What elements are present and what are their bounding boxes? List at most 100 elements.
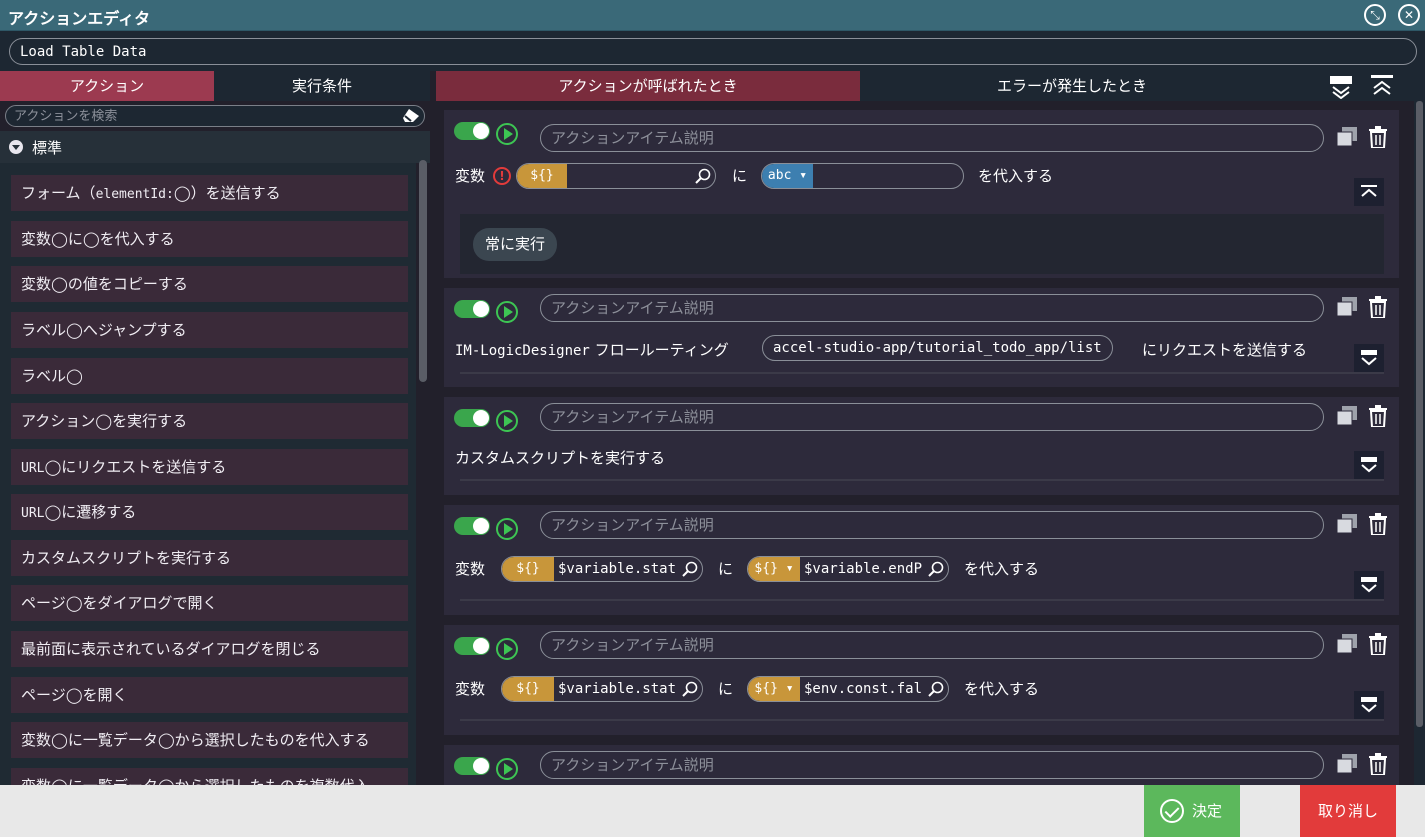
play-icon[interactable] — [496, 410, 518, 432]
collapse-button[interactable] — [1354, 178, 1384, 206]
play-icon[interactable] — [496, 758, 518, 780]
trash-icon[interactable] — [1369, 633, 1387, 655]
copy-icon[interactable] — [1336, 296, 1358, 318]
palette-item[interactable]: 変数◯に一覧データ◯から選択したものを複数代入 — [11, 768, 408, 785]
enable-toggle[interactable] — [454, 409, 490, 427]
copy-icon[interactable] — [1336, 633, 1358, 655]
value-type-dropdown[interactable]: ${} ▾ — [748, 557, 800, 581]
close-icon[interactable]: ✕ — [1398, 4, 1420, 26]
enable-toggle[interactable] — [454, 517, 490, 535]
variable-field[interactable]: ${} $variable.stat — [501, 676, 703, 702]
description-input[interactable] — [540, 751, 1324, 779]
description-input[interactable] — [540, 631, 1324, 659]
search-icon[interactable] — [682, 681, 698, 697]
value-type-dropdown[interactable]: abc ▾ — [762, 164, 813, 188]
palette-text: ラベル — [21, 367, 67, 385]
search-icon[interactable] — [682, 561, 698, 577]
action-search-input[interactable] — [14, 107, 394, 125]
enable-toggle[interactable] — [454, 757, 490, 775]
play-icon[interactable] — [496, 123, 518, 145]
expand-button[interactable] — [1354, 451, 1384, 479]
palette-item[interactable]: ページ◯をダイアログで開く — [11, 585, 408, 621]
trash-icon[interactable] — [1369, 405, 1387, 427]
enable-toggle[interactable] — [454, 122, 490, 140]
enable-toggle[interactable] — [454, 300, 490, 318]
palette-item[interactable]: カスタムスクリプトを実行する — [11, 540, 408, 576]
palette-text: を開く — [82, 686, 128, 704]
trash-icon[interactable] — [1369, 296, 1387, 318]
palette-item[interactable]: 変数◯の値をコピーする — [11, 266, 408, 302]
ni-label: に — [718, 680, 734, 698]
category-header[interactable]: 標準 — [0, 131, 430, 163]
copy-icon[interactable] — [1336, 513, 1358, 535]
expand-all-icon[interactable] — [1330, 75, 1352, 99]
trash-icon[interactable] — [1369, 753, 1387, 775]
tab-conditions[interactable]: 実行条件 — [214, 71, 430, 101]
description-input[interactable] — [540, 294, 1324, 322]
copy-icon[interactable] — [1336, 126, 1358, 148]
right-tabs: アクションが呼ばれたとき エラーが発生したとき — [436, 71, 1425, 101]
palette-item[interactable]: 変数◯に一覧データ◯から選択したものを代入する — [11, 722, 408, 758]
value-field[interactable]: ${} ▾ $env.const.fal — [747, 676, 949, 702]
search-icon[interactable] — [928, 681, 944, 697]
action-list: 変数 ! ${} に abc ▾ を代入する 常に実行 IM-LogicDesi… — [436, 101, 1414, 785]
play-icon[interactable] — [496, 301, 518, 323]
palette-item[interactable]: フォーム（elementId:◯）を送信する — [11, 175, 408, 211]
palette-item[interactable]: ラベル◯へジャンプする — [11, 312, 408, 348]
variable-field[interactable]: ${} $variable.stat — [501, 556, 703, 582]
palette-item[interactable]: 変数◯に◯を代入する — [11, 221, 408, 257]
eraser-icon[interactable] — [402, 108, 420, 123]
expand-down-icon — [1361, 350, 1377, 366]
palette-text: から選択したものを複数代入 — [175, 777, 370, 785]
variable-type-tag[interactable]: ${} — [517, 164, 567, 188]
palette-item[interactable]: ラベル◯ — [11, 358, 408, 394]
action-card-custom-script: カスタムスクリプトを実行する — [444, 397, 1399, 495]
expand-button[interactable] — [1354, 571, 1384, 599]
variable-type-tag[interactable]: ${} — [502, 557, 554, 581]
description-input[interactable] — [540, 403, 1324, 431]
expand-button[interactable] — [1354, 344, 1384, 372]
value-type-dropdown[interactable]: ${} ▾ — [748, 677, 800, 701]
palette-text: から選択したものを代入する — [174, 731, 370, 749]
value-field[interactable]: ${} ▾ $variable.endP — [747, 556, 949, 582]
tab-on-error[interactable]: エラーが発生したとき — [860, 71, 1284, 101]
play-icon[interactable] — [496, 638, 518, 660]
trash-icon[interactable] — [1369, 513, 1387, 535]
search-icon[interactable] — [928, 561, 944, 577]
tab-actions[interactable]: アクション — [0, 71, 214, 101]
copy-icon[interactable] — [1336, 405, 1358, 427]
variable-type-tag[interactable]: ${} — [502, 677, 554, 701]
compress-icon[interactable]: ⤡ — [1364, 4, 1386, 26]
expand-button[interactable] — [1354, 691, 1384, 719]
scroll-thumb[interactable] — [1416, 101, 1423, 727]
route-path-field[interactable]: accel-studio-app/tutorial_todo_app/list — [762, 335, 1113, 361]
trash-icon[interactable] — [1369, 126, 1387, 148]
description-input[interactable] — [540, 511, 1324, 539]
action-name-input[interactable] — [9, 38, 1417, 65]
palette-item[interactable]: アクション◯を実行する — [11, 403, 408, 439]
collapse-all-icon[interactable] — [1371, 75, 1393, 99]
enable-toggle[interactable] — [454, 637, 490, 655]
cancel-button[interactable]: 取り消し — [1300, 785, 1396, 837]
value-value: $env.const.fal — [804, 681, 923, 697]
palette-item[interactable]: 最前面に表示されているダイアログを閉じる — [11, 631, 408, 667]
ni-label: に — [732, 167, 748, 185]
action-card-set-variable: 変数 ${} $variable.stat に ${} ▾ $env.const… — [444, 625, 1399, 735]
variable-field[interactable]: ${} — [516, 163, 716, 189]
card-divider — [460, 599, 1384, 601]
palette-item[interactable]: ページ◯を開く — [11, 677, 408, 713]
palette-scrollbar[interactable] — [419, 160, 427, 382]
tab-on-called[interactable]: アクションが呼ばれたとき — [436, 71, 860, 101]
value-field[interactable]: abc ▾ — [761, 163, 964, 189]
ok-button[interactable]: 決定 — [1144, 785, 1240, 837]
copy-icon[interactable] — [1336, 753, 1358, 775]
action-list-scrollbar[interactable] — [1414, 101, 1425, 785]
palette-item[interactable]: URL◯にリクエストを送信する — [11, 449, 408, 485]
variable-label: 変数 — [455, 680, 486, 698]
condition-pill[interactable]: 常に実行 — [473, 228, 557, 261]
description-input[interactable] — [540, 124, 1324, 152]
play-icon[interactable] — [496, 518, 518, 540]
search-icon[interactable] — [695, 168, 711, 184]
palette-item[interactable]: URL◯に遷移する — [11, 494, 408, 530]
palette-text: の値をコピーする — [67, 275, 188, 293]
